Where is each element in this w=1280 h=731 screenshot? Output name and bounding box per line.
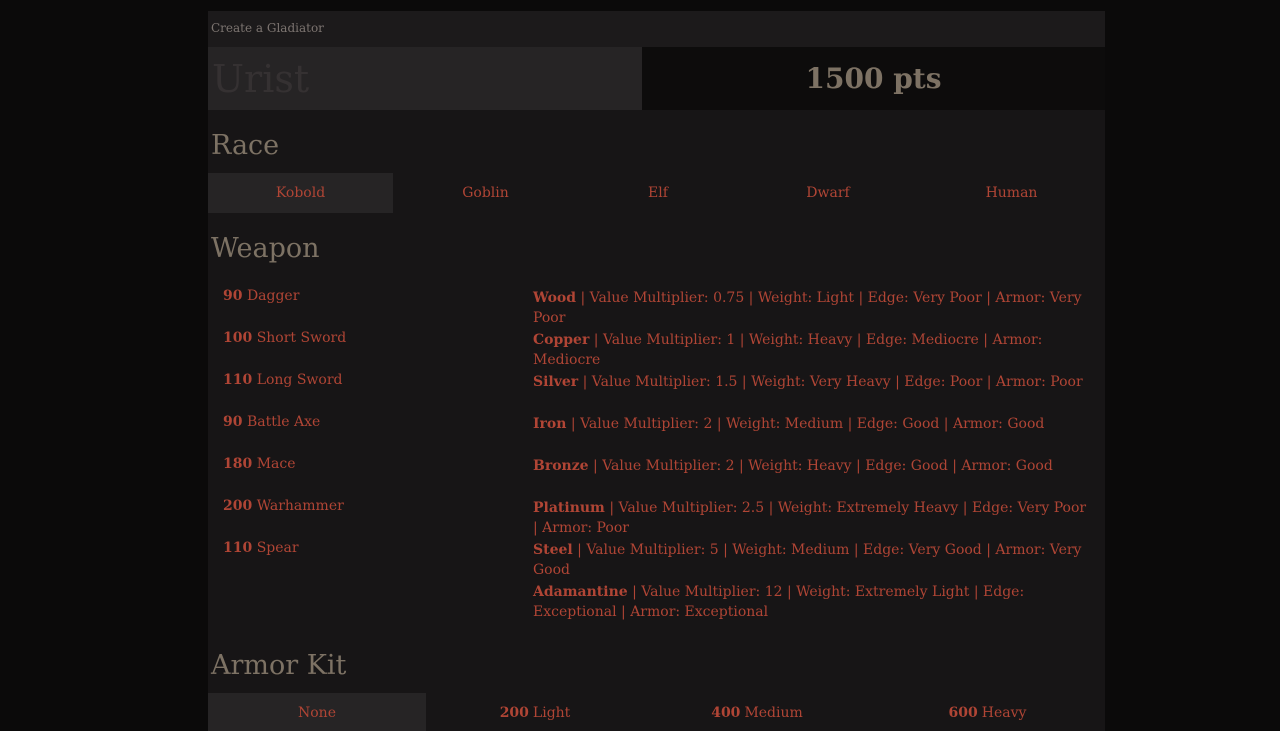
material-details: | Value Multiplier: 1 | Weight: Heavy | …: [533, 332, 1043, 368]
gladiator-panel: Create a Gladiator 1500 pts Race Kobold …: [208, 11, 1105, 731]
material-name: Iron: [533, 416, 567, 432]
material-name: Steel: [533, 542, 573, 558]
material-details: | Value Multiplier: 1.5 | Weight: Very H…: [582, 374, 1083, 390]
material-item-platinum[interactable]: Platinum | Value Multiplier: 2.5 | Weigh…: [533, 498, 1089, 538]
armor-option-label: Heavy: [981, 705, 1027, 721]
gladiator-name-input[interactable]: [208, 47, 642, 110]
weapon-cost: 110: [223, 372, 253, 388]
material-item-silver[interactable]: Silver | Value Multiplier: 1.5 | Weight:…: [533, 372, 1089, 392]
material-name: Silver: [533, 374, 579, 390]
weapon-item-dagger[interactable]: 90 Dagger: [223, 288, 299, 304]
armor-option-light[interactable]: 200 Light: [426, 693, 644, 731]
armor-cost: 200: [499, 705, 529, 721]
title-bar: Create a Gladiator: [208, 11, 1105, 47]
weapon-name: Dagger: [246, 288, 300, 304]
weapon-name: Mace: [256, 456, 296, 472]
race-option-human[interactable]: Human: [918, 173, 1105, 213]
race-option-goblin[interactable]: Goblin: [393, 173, 578, 213]
race-option-label: Goblin: [462, 185, 509, 201]
material-item-bronze[interactable]: Bronze | Value Multiplier: 2 | Weight: H…: [533, 456, 1089, 476]
material-item-iron[interactable]: Iron | Value Multiplier: 2 | Weight: Med…: [533, 414, 1089, 434]
points-label: 1500 pts: [805, 62, 942, 95]
armor-cost: 400: [711, 705, 741, 721]
weapon-name: Long Sword: [256, 372, 343, 388]
weapon-cost: 100: [223, 330, 253, 346]
material-item-wood[interactable]: Wood | Value Multiplier: 0.75 | Weight: …: [533, 288, 1089, 328]
armor-option-label: Light: [532, 705, 571, 721]
armor-option-label: None: [298, 705, 336, 721]
material-name: Wood: [533, 290, 577, 306]
weapon-name: Battle Axe: [246, 414, 321, 430]
material-details: | Value Multiplier: 5 | Weight: Medium |…: [533, 542, 1082, 578]
race-options: Kobold Goblin Elf Dwarf Human: [208, 173, 1105, 213]
weapon-item-short-sword[interactable]: 100 Short Sword: [223, 330, 346, 346]
weapon-name: Short Sword: [256, 330, 347, 346]
race-option-label: Elf: [648, 185, 668, 201]
weapon-item-long-sword[interactable]: 110 Long Sword: [223, 372, 343, 388]
material-details: | Value Multiplier: 0.75 | Weight: Light…: [533, 290, 1082, 326]
weapon-item-warhammer[interactable]: 200 Warhammer: [223, 498, 344, 514]
material-name: Bronze: [533, 458, 589, 474]
material-item-steel[interactable]: Steel | Value Multiplier: 5 | Weight: Me…: [533, 540, 1089, 580]
race-option-kobold[interactable]: Kobold: [208, 173, 393, 213]
armor-kit-options: None 200 Light 400 Medium 600 Heavy: [208, 693, 1105, 731]
points-display: 1500 pts: [642, 47, 1105, 110]
weapon-item-battle-axe[interactable]: 90 Battle Axe: [223, 414, 320, 430]
material-item-copper[interactable]: Copper | Value Multiplier: 1 | Weight: H…: [533, 330, 1089, 370]
material-name: Adamantine: [533, 584, 628, 600]
material-details: | Value Multiplier: 2 | Weight: Medium |…: [570, 416, 1045, 432]
armor-option-none[interactable]: None: [208, 693, 426, 731]
material-name: Copper: [533, 332, 590, 348]
armor-kit-heading: Armor Kit: [211, 650, 347, 681]
window-title: Create a Gladiator: [211, 21, 324, 35]
armor-option-heavy[interactable]: 600 Heavy: [870, 693, 1105, 731]
weapon-item-mace[interactable]: 180 Mace: [223, 456, 296, 472]
weapon-heading: Weapon: [211, 233, 320, 264]
race-option-label: Kobold: [275, 185, 326, 201]
material-details: | Value Multiplier: 2.5 | Weight: Extrem…: [533, 500, 1087, 536]
race-option-label: Dwarf: [806, 185, 850, 201]
weapon-cost: 90: [223, 288, 243, 304]
material-details: | Value Multiplier: 2 | Weight: Heavy | …: [593, 458, 1053, 474]
race-option-label: Human: [985, 185, 1038, 201]
armor-cost: 600: [948, 705, 978, 721]
material-name: Platinum: [533, 500, 605, 516]
weapon-cost: 110: [223, 540, 253, 556]
race-option-dwarf[interactable]: Dwarf: [738, 173, 918, 213]
material-item-adamantine[interactable]: Adamantine | Value Multiplier: 12 | Weig…: [533, 582, 1089, 622]
weapon-cost: 180: [223, 456, 253, 472]
weapon-name: Spear: [256, 540, 299, 556]
race-option-elf[interactable]: Elf: [578, 173, 738, 213]
race-heading: Race: [211, 130, 280, 161]
weapon-cost: 200: [223, 498, 253, 514]
weapon-item-spear[interactable]: 110 Spear: [223, 540, 299, 556]
weapon-name: Warhammer: [256, 498, 344, 514]
armor-option-medium[interactable]: 400 Medium: [644, 693, 870, 731]
armor-option-label: Medium: [744, 705, 803, 721]
weapon-cost: 90: [223, 414, 243, 430]
